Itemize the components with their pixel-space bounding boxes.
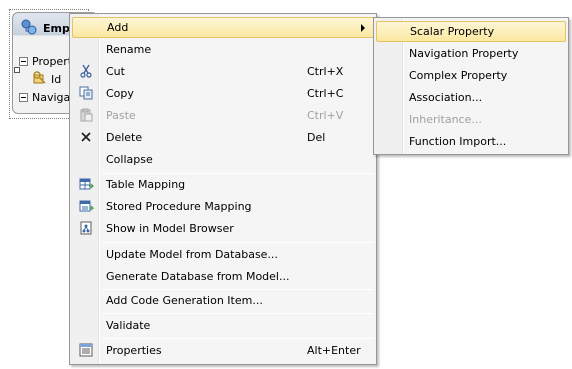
menu-item-delete[interactable]: Delete Del	[72, 127, 374, 148]
collapse-toggle-icon[interactable]	[19, 57, 28, 66]
entity-header: Empl	[21, 19, 74, 38]
menu-item-label: Show in Model Browser	[106, 222, 234, 235]
key-property-icon	[33, 71, 47, 88]
submenu-item-inheritance[interactable]: Inheritance...	[376, 109, 566, 130]
menu-item-validate[interactable]: Validate	[72, 315, 374, 336]
submenu-item-label: Inheritance...	[409, 113, 482, 126]
menu-item-rename[interactable]: Rename	[72, 39, 374, 60]
entity-type-icon	[21, 19, 37, 38]
menu-item-copy[interactable]: Copy Ctrl+C	[72, 83, 374, 104]
menu-item-add-code-generation[interactable]: Add Code Generation Item...	[72, 290, 374, 311]
menu-item-label: Delete	[106, 131, 143, 144]
table-mapping-icon	[78, 176, 94, 192]
menu-item-label: Collapse	[106, 153, 153, 166]
submenu-item-association[interactable]: Association...	[376, 87, 566, 108]
menu-item-label: Add Code Generation Item...	[106, 294, 263, 307]
scissors-icon	[78, 63, 94, 79]
properties-icon	[78, 342, 94, 358]
menu-item-label: Update Model from Database...	[106, 248, 278, 261]
menu-item-label: Add	[107, 21, 129, 34]
menu-separator	[102, 338, 373, 339]
menu-item-shortcut: Ctrl+C	[307, 87, 344, 100]
paste-icon	[78, 107, 94, 123]
properties-section[interactable]: Propert	[19, 55, 72, 68]
menu-item-shortcut: Ctrl+V	[307, 109, 344, 122]
submenu-item-complex-property[interactable]: Complex Property	[376, 65, 566, 86]
copy-icon	[78, 85, 94, 101]
menu-item-label: Cut	[106, 65, 125, 78]
menu-item-label: Generate Database from Model...	[106, 270, 290, 283]
add-submenu: Scalar Property Navigation Property Comp…	[373, 17, 569, 155]
submenu-item-scalar-property[interactable]: Scalar Property	[376, 21, 566, 42]
menu-item-paste[interactable]: Paste Ctrl+V	[72, 105, 374, 126]
submenu-item-label: Navigation Property	[409, 47, 519, 60]
submenu-item-label: Function Import...	[409, 135, 507, 148]
menu-item-shortcut: Del	[307, 131, 326, 144]
menu-item-label: Paste	[106, 109, 136, 122]
menu-item-label: Validate	[106, 319, 151, 332]
menu-item-label: Stored Procedure Mapping	[106, 200, 252, 213]
submenu-item-label: Scalar Property	[410, 25, 495, 38]
menu-separator	[102, 313, 373, 314]
submenu-item-function-import[interactable]: Function Import...	[376, 131, 566, 152]
model-browser-icon	[78, 220, 94, 236]
menu-item-cut[interactable]: Cut Ctrl+X	[72, 61, 374, 82]
submenu-item-navigation-property[interactable]: Navigation Property	[376, 43, 566, 64]
menu-item-table-mapping[interactable]: Table Mapping	[72, 174, 374, 195]
menu-item-label: Table Mapping	[106, 178, 186, 191]
menu-separator	[102, 242, 373, 243]
menu-item-label: Copy	[106, 87, 134, 100]
property-id-label: Id	[51, 73, 62, 86]
menu-item-generate-database[interactable]: Generate Database from Model...	[72, 266, 374, 287]
menu-item-update-model[interactable]: Update Model from Database...	[72, 244, 374, 265]
menu-item-label: Rename	[106, 43, 152, 56]
context-menu: Add Rename Cut Ctrl+X Copy Ctrl+C Paste …	[69, 13, 377, 365]
delete-x-icon	[78, 129, 94, 145]
menu-item-stored-procedure-mapping[interactable]: Stored Procedure Mapping	[72, 196, 374, 217]
property-id[interactable]: Id	[33, 71, 61, 88]
submenu-item-label: Association...	[409, 91, 483, 104]
resize-handle[interactable]	[14, 67, 20, 73]
menu-item-properties[interactable]: Properties Alt+Enter	[72, 340, 374, 361]
menu-item-show-in-model-browser[interactable]: Show in Model Browser	[72, 218, 374, 239]
menu-item-collapse[interactable]: Collapse	[72, 149, 374, 170]
collapse-toggle-icon[interactable]	[19, 93, 28, 102]
menu-item-add[interactable]: Add	[72, 17, 374, 38]
menu-item-label: Properties	[106, 344, 162, 357]
menu-item-shortcut: Alt+Enter	[307, 344, 361, 357]
submenu-item-label: Complex Property	[409, 69, 508, 82]
properties-section-label: Propert	[32, 55, 73, 68]
navigation-section[interactable]: Navigat	[19, 91, 75, 104]
stored-procedure-mapping-icon	[78, 198, 94, 214]
submenu-arrow-icon	[361, 24, 365, 32]
menu-item-shortcut: Ctrl+X	[307, 65, 344, 78]
